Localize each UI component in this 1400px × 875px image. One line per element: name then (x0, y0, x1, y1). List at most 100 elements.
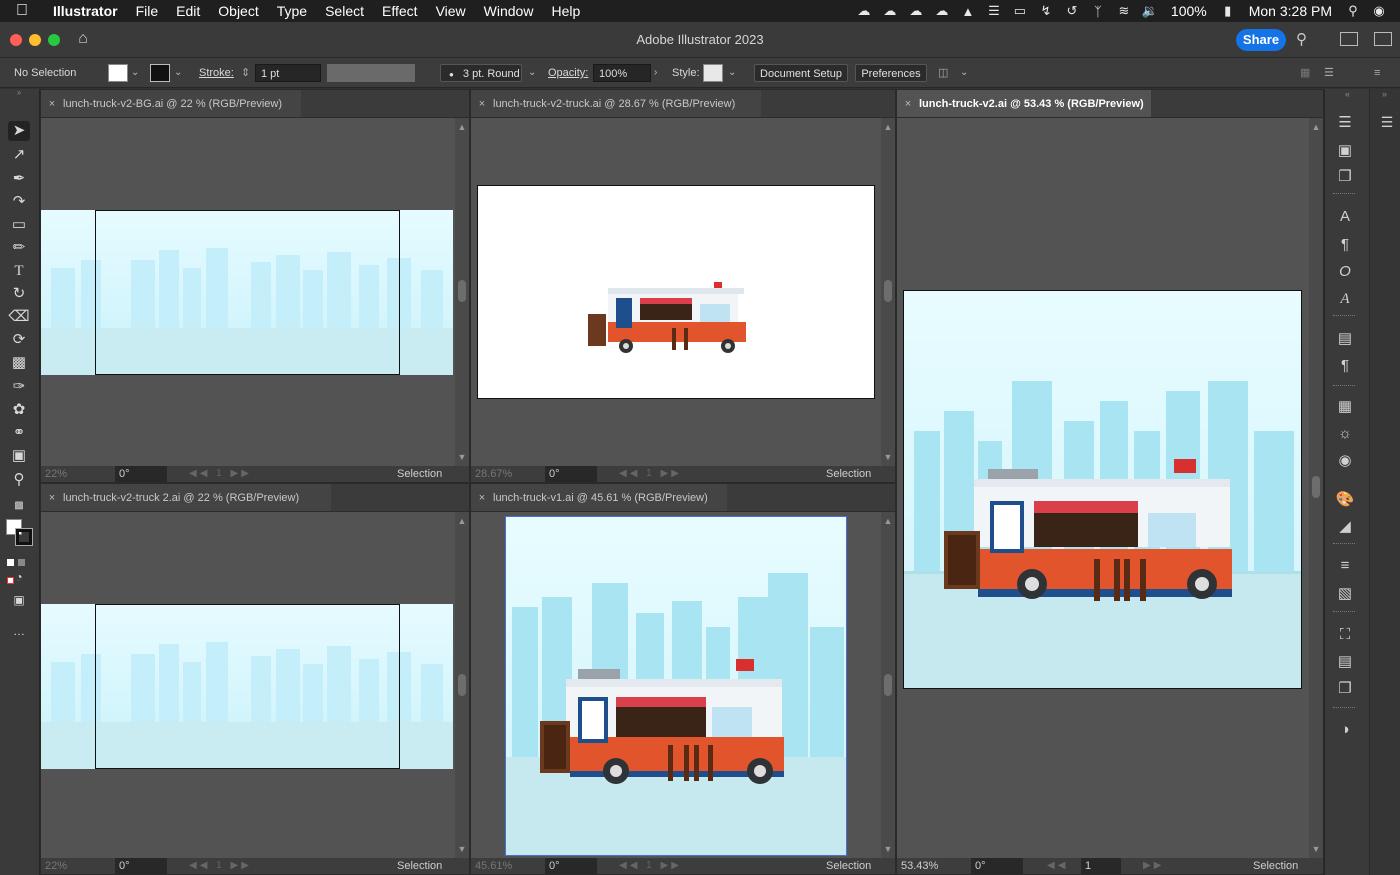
menu-select[interactable]: Select (316, 0, 373, 22)
character-styles-icon[interactable]: ▤ (1335, 329, 1355, 349)
paintbrush-tool-icon[interactable]: ✏ (8, 238, 30, 258)
opentype-icon[interactable]: O (1335, 262, 1355, 282)
default-fill-stroke-icon[interactable]: ▩ (8, 496, 30, 516)
rotate-view-field[interactable]: 0° (971, 858, 1023, 874)
artboard-navigation[interactable]: ◀◀ 1 ▶▶ (189, 858, 252, 874)
vertical-scrollbar[interactable]: ▲ ▼ (1309, 118, 1323, 858)
bluetooth-icon[interactable]: ᛉ (1087, 4, 1109, 19)
curvature-tool-icon[interactable]: ↷ (8, 192, 30, 212)
color-guide-icon[interactable]: ◢ (1335, 517, 1355, 537)
battery-icon[interactable]: ▮ (1217, 3, 1239, 19)
brushes-icon[interactable]: ☼ (1335, 424, 1355, 444)
paragraph-icon[interactable]: ¶ (1335, 235, 1355, 255)
color-mode-icon[interactable] (7, 559, 14, 566)
paragraph-styles-icon[interactable]: ¶ (1335, 356, 1355, 376)
menu-effect[interactable]: Effect (373, 0, 427, 22)
align-panel-icon[interactable]: ▤ (1335, 652, 1355, 672)
document-tab[interactable]: × lunch-truck-v2-truck.ai @ 28.67 % (RGB/… (471, 90, 761, 118)
selection-tool-icon[interactable]: ➤ (8, 121, 30, 141)
drive-icon[interactable]: ▲ (957, 4, 979, 19)
rotate-view-field[interactable]: 0° (545, 466, 597, 482)
transform-icon[interactable]: ⛶ (1335, 625, 1355, 645)
scroll-down-icon[interactable]: ▼ (455, 844, 469, 854)
fill-dropdown-chevron-icon[interactable]: ⌄ (131, 64, 139, 82)
glyphs-icon[interactable]: A (1335, 289, 1355, 309)
artboard-next-icon[interactable]: ▶▶ (1143, 858, 1164, 874)
zoom-level[interactable]: 28.67% (475, 466, 535, 482)
graphic-style-swatch[interactable] (703, 64, 723, 82)
artboard-number-field[interactable]: 1 (1081, 858, 1121, 874)
cloud-sync-icon[interactable]: ☁ (905, 3, 927, 19)
libraries-icon[interactable]: ▣ (1335, 141, 1355, 161)
eraser-tool-icon[interactable]: ⌫ (8, 307, 30, 327)
screen-mode-icon[interactable]: ▣ (8, 590, 30, 610)
color-icon[interactable]: 🎨 (1335, 490, 1355, 510)
cloud-icon[interactable]: ☁ (879, 3, 901, 19)
variable-width-profile[interactable] (327, 64, 415, 82)
opacity-label[interactable]: Opacity: (548, 64, 588, 82)
rotate-view-field[interactable]: 0° (545, 858, 597, 874)
stroke-color-swatch[interactable] (15, 528, 33, 546)
pathfinder-icon[interactable]: ❐ (1335, 679, 1355, 699)
panel-layout-icon[interactable] (1374, 32, 1392, 46)
swatches-icon[interactable]: ▦ (1335, 397, 1355, 417)
lasso-tool-icon[interactable]: ⟳ (8, 330, 30, 350)
artboard-boundary[interactable] (95, 604, 400, 769)
character-icon[interactable]: A (1335, 207, 1355, 227)
scroll-thumb[interactable] (1312, 476, 1320, 498)
document-pane-truck2[interactable]: × lunch-truck-v2-truck 2.ai @ 22 % (RGB/P… (40, 483, 470, 875)
vertical-scrollbar[interactable]: ▲ ▼ (455, 118, 469, 466)
artboard-boundary[interactable] (95, 210, 400, 375)
opacity-field[interactable]: 100% (593, 64, 651, 82)
appearance-icon[interactable]: ◑ (1335, 720, 1355, 740)
stroke-weight-field[interactable]: 1 pt (255, 64, 321, 82)
cloud-alt-icon[interactable]: ☁ (931, 3, 953, 19)
stroke-label[interactable]: Stroke: (199, 64, 234, 82)
zoom-level[interactable]: 22% (45, 858, 105, 874)
more-tools-icon[interactable]: … (8, 621, 30, 641)
stroke-dropdown-chevron-icon[interactable]: ⌄ (174, 64, 182, 82)
menu-object[interactable]: Object (209, 0, 267, 22)
align-icon[interactable]: ▦ (1300, 64, 1310, 82)
document-pane-main[interactable]: × lunch-truck-v2.ai @ 53.43 % (RGB/Previe… (896, 89, 1324, 875)
collapse-panel-icon[interactable]: » (8, 89, 30, 97)
scroll-down-icon[interactable]: ▼ (455, 452, 469, 462)
zoom-level[interactable]: 53.43% (901, 858, 961, 874)
artboards-icon[interactable]: ❐ (1335, 167, 1355, 187)
vertical-scrollbar[interactable]: ▲ ▼ (455, 512, 469, 858)
document-pane-v1[interactable]: × lunch-truck-v1.ai @ 45.61 % (RGB/Previe… (470, 483, 896, 875)
collapse-dock-icon[interactable]: « (1345, 89, 1350, 99)
document-tab[interactable]: × lunch-truck-v2-truck 2.ai @ 22 % (RGB/P… (41, 484, 331, 512)
gradient-mode-icon[interactable] (18, 559, 26, 566)
document-tab[interactable]: × lunch-truck-v1.ai @ 45.61 % (RGB/Previe… (471, 484, 727, 512)
symbols-icon[interactable]: ◉ (1335, 451, 1355, 471)
arrange-icon[interactable]: ◫ (938, 64, 948, 82)
creative-cloud-icon[interactable]: ☁ (853, 3, 875, 19)
brush-dropdown-chevron-icon[interactable]: ⌄ (528, 64, 536, 82)
pen-tool-icon[interactable]: ✒ (8, 169, 30, 189)
menu-help[interactable]: Help (542, 0, 589, 22)
artboard-white[interactable] (477, 185, 875, 399)
zoom-level[interactable]: 45.61% (475, 858, 535, 874)
time-machine-icon[interactable]: ↺ (1061, 3, 1083, 19)
stroke-stepper-icon[interactable]: ⇕ (241, 64, 253, 82)
lightning-icon[interactable]: ↯ (1035, 3, 1057, 19)
scroll-down-icon[interactable]: ▼ (1309, 844, 1323, 854)
artboard-scene-selected[interactable] (505, 516, 847, 856)
volume-icon[interactable]: 🔉 (1139, 3, 1161, 19)
artboard-navigation[interactable]: ◀◀ 1 ▶▶ (619, 858, 682, 874)
scroll-up-icon[interactable]: ▲ (455, 122, 469, 132)
document-setup-button[interactable]: Document Setup (754, 64, 848, 82)
scroll-up-icon[interactable]: ▲ (881, 122, 895, 132)
document-pane-bg[interactable]: × lunch-truck-v2-BG.ai @ 22 % (RGB/Previe… (40, 89, 470, 483)
menu-file[interactable]: File (127, 0, 168, 22)
close-tab-icon[interactable]: × (897, 90, 919, 118)
wifi-icon[interactable]: ≋ (1113, 3, 1135, 19)
gradient-icon[interactable]: ▧ (1335, 584, 1355, 604)
scroll-down-icon[interactable]: ▼ (881, 844, 895, 854)
vertical-scrollbar[interactable]: ▲ ▼ (881, 118, 895, 466)
scroll-thumb[interactable] (458, 280, 466, 302)
opacity-expand-icon[interactable]: › (654, 64, 657, 82)
rotate-view-field[interactable]: 0° (115, 466, 167, 482)
scroll-thumb[interactable] (458, 674, 466, 696)
